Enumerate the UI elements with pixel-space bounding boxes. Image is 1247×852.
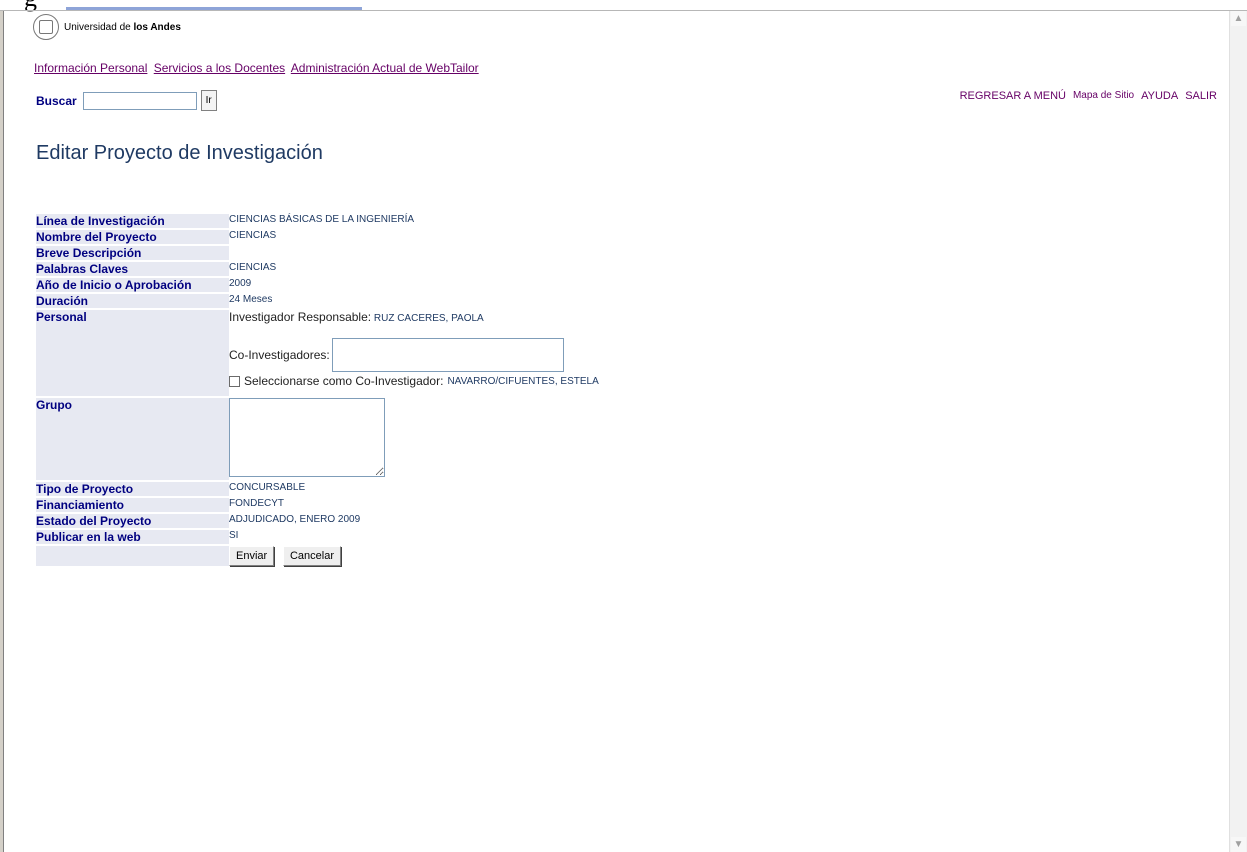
coinvestigadores-input[interactable] [331,338,564,372]
tipo-value: CONCURSABLE [229,482,306,493]
form-row-duracion: Duración 24 Meses [36,294,649,308]
coinvestigadores-label: Co-Investigadores: [229,348,330,362]
form-row-publicar: Publicar en la web SI [36,530,649,544]
form-row-actions: Enviar Cancelar [36,546,649,566]
estado-label: Estado del Proyecto [36,514,229,528]
university-name-bold: los Andes [133,21,181,33]
estado-value: ADJUDICADO, ENERO 2009 [229,514,361,525]
tipo-label: Tipo de Proyecto [36,482,229,496]
linea-label: Línea de Investigación [36,214,229,228]
submit-button[interactable]: Enviar [229,546,275,566]
breve-label: Breve Descripción [36,246,229,260]
publicar-value: SI [229,530,239,541]
form-row-nombre: Nombre del Proyecto CIENCIAS [36,230,649,244]
back-to-menu-link[interactable]: REGRESAR A MENÚ [960,90,1066,102]
select-coinvestigator-label: Seleccionarse como Co-Investigador: [244,374,444,388]
anio-value: 2009 [229,278,252,289]
exit-link[interactable]: SALIR [1185,90,1217,102]
actions-cell: Enviar Cancelar [229,546,649,566]
form-row-breve: Breve Descripción [36,246,649,260]
form-row-financiamiento: Financiamiento FONDECYT [36,498,649,512]
actions-label-cell [36,546,229,566]
select-coinvestigator-checkbox[interactable] [229,375,240,387]
breve-value [229,246,649,260]
university-name-prefix: Universidad de [64,21,134,33]
investigador-responsable-value: RUZ CACERES, PAOLA [373,313,484,324]
anio-label: Año de Inicio o Aprobación [36,278,229,292]
personal-label: Personal [36,310,229,396]
personal-value: Investigador Responsable: RUZ CACERES, P… [229,310,649,396]
grupo-textarea[interactable] [229,398,385,477]
search-go-button[interactable]: Ir [200,90,217,111]
palabras-label: Palabras Claves [36,262,229,276]
financiamiento-value: FONDECYT [229,498,284,509]
university-logo[interactable]: Universidad de los Andes [33,14,181,40]
nav-link-teacher-services[interactable]: Servicios a los Docentes [154,61,285,75]
top-navigation: Información Personal Servicios a los Doc… [34,61,482,75]
nav-link-webtailor-admin[interactable]: Administración Actual de WebTailor [291,61,479,75]
university-name: Universidad de los Andes [64,22,181,33]
university-seal-icon [33,14,59,40]
cancel-button[interactable]: Cancelar [282,546,341,566]
investigador-responsable-label: Investigador Responsable: [229,310,372,324]
search-input[interactable] [82,91,197,110]
form-row-palabras: Palabras Claves CIENCIAS [36,262,649,276]
palabras-value: CIENCIAS [229,262,277,273]
nombre-value: CIENCIAS [229,230,277,241]
search-label: Buscar [36,93,77,108]
form-row-personal: Personal Investigador Responsable: RUZ C… [36,310,649,396]
select-coinvestigator-value: NAVARRO/CIFUENTES, ESTELA [447,375,599,387]
grupo-value [229,398,649,480]
form-row-tipo: Tipo de Proyecto CONCURSABLE [36,482,649,496]
form-row-grupo: Grupo [36,398,649,480]
top-divider [0,10,1247,11]
search-area: Buscar Ir [36,90,217,111]
vertical-scrollbar[interactable]: ▲ ▼ [1229,11,1247,852]
help-link[interactable]: AYUDA [1141,90,1178,102]
form-row-linea: Línea de Investigación CIENCIAS BÁSICAS … [36,214,649,228]
top-frame: g [0,0,1247,11]
form-row-anio: Año de Inicio o Aprobación 2009 [36,278,649,292]
utility-navigation: REGRESAR A MENÚ Mapa de Sitio AYUDA SALI… [960,90,1217,102]
page-title: Editar Proyecto de Investigación [36,142,323,164]
nombre-label: Nombre del Proyecto [36,230,229,244]
duracion-label: Duración [36,294,229,308]
publicar-label: Publicar en la web [36,530,229,544]
sitemap-link[interactable]: Mapa de Sitio [1073,90,1134,102]
scroll-up-arrow-icon[interactable]: ▲ [1231,11,1246,26]
scroll-down-arrow-icon[interactable]: ▼ [1231,837,1246,852]
grupo-label: Grupo [36,398,229,480]
duracion-value: 24 Meses [229,294,273,305]
left-frame-border [0,11,4,852]
nav-link-personal-info[interactable]: Información Personal [34,61,147,75]
project-form: Línea de Investigación CIENCIAS BÁSICAS … [36,212,649,568]
form-row-estado: Estado del Proyecto ADJUDICADO, ENERO 20… [36,514,649,528]
financiamiento-label: Financiamiento [36,498,229,512]
linea-value: CIENCIAS BÁSICAS DE LA INGENIERÍA [229,214,415,225]
